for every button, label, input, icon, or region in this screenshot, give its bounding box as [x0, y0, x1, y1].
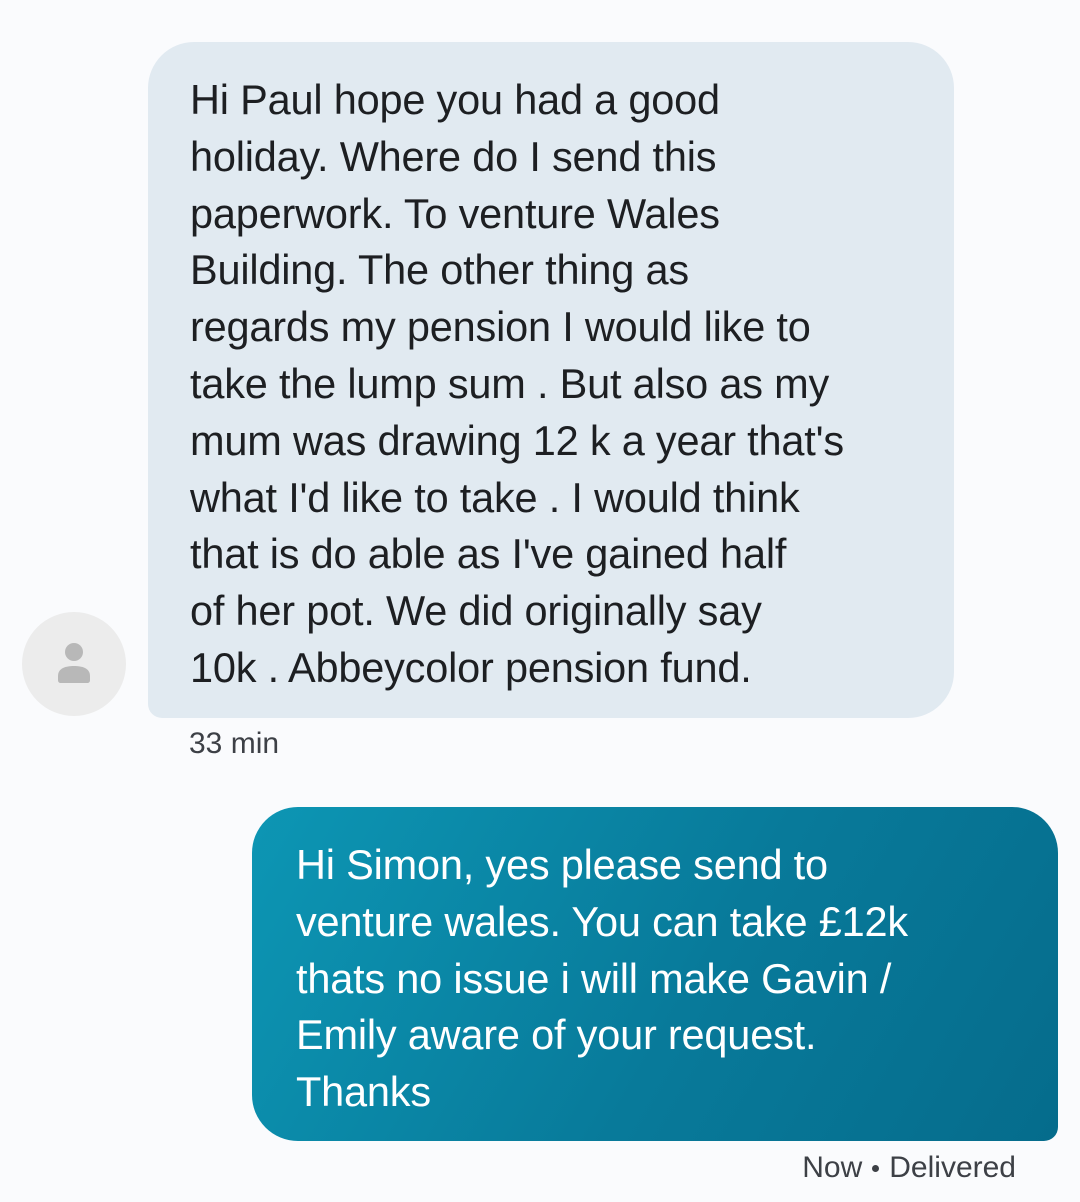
delivery-status: Delivered: [889, 1151, 1016, 1184]
incoming-message-bubble[interactable]: Hi Paul hope you had a good holiday. Whe…: [148, 42, 954, 718]
contact-avatar[interactable]: [22, 612, 126, 716]
person-icon: [58, 643, 90, 683]
outgoing-message-bubble[interactable]: Hi Simon, yes please send to venture wal…: [252, 807, 1058, 1141]
incoming-message-timestamp: 33 min: [189, 727, 280, 760]
outgoing-message-status: Now Delivered: [802, 1146, 1016, 1190]
separator-dot-icon: [872, 1164, 880, 1172]
outgoing-message-time: Now: [802, 1151, 863, 1184]
message-thread: Hi Paul hope you had a good holiday. Whe…: [0, 0, 1080, 1202]
